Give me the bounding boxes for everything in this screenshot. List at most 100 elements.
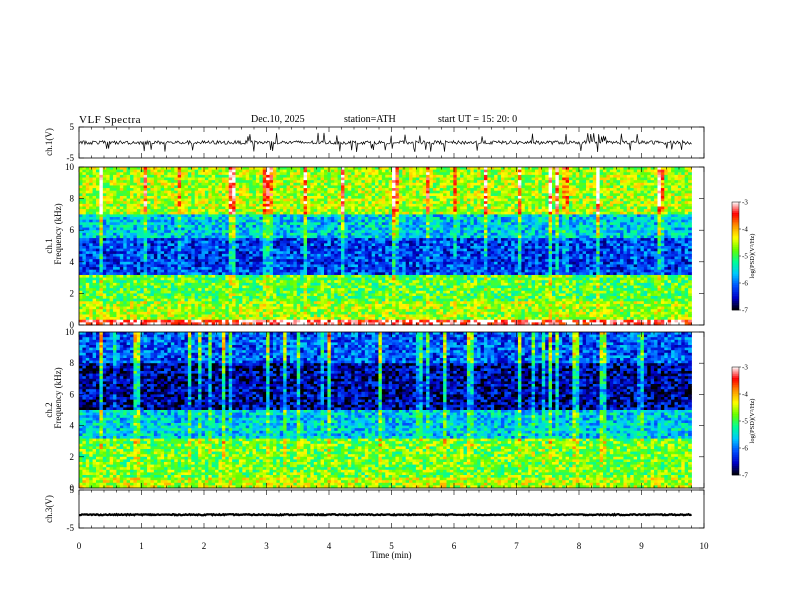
spectrogram-cell xyxy=(395,201,400,205)
spectrogram-cell xyxy=(640,198,645,202)
spectrogram-cell xyxy=(334,235,339,239)
spectrogram-cell xyxy=(303,201,308,205)
spectrogram-cell xyxy=(432,201,437,205)
spectrogram-cell xyxy=(432,182,437,186)
spectrogram-cell xyxy=(245,195,250,199)
spectrogram-cell xyxy=(388,206,393,210)
spectrogram-cell xyxy=(102,206,107,210)
spectrogram-cell xyxy=(392,219,396,223)
spectrogram-cell xyxy=(514,222,519,226)
spectrogram-cell xyxy=(262,209,267,213)
spectrogram-cell xyxy=(517,206,522,210)
spectrogram-cell xyxy=(575,190,580,194)
spectrogram-cell xyxy=(109,201,114,205)
spectrogram-cell xyxy=(354,232,359,236)
spectrogram-cell xyxy=(174,224,179,228)
spectrogram-cell xyxy=(232,172,236,176)
spectrogram-cell xyxy=(681,209,686,213)
spectrogram-cell xyxy=(664,182,669,186)
spectrogram-cell xyxy=(487,195,492,199)
spectrogram-cell xyxy=(157,219,162,223)
spectrogram-cell xyxy=(633,198,638,202)
spectrogram-cell xyxy=(606,188,611,192)
spectrogram-cell xyxy=(276,185,281,189)
spectrogram-cell xyxy=(562,185,566,189)
spectrogram-cell xyxy=(657,185,662,189)
spectrogram-cell xyxy=(551,222,556,226)
spectrogram-cell xyxy=(283,198,287,202)
spectrogram-cell xyxy=(296,214,301,218)
spectrogram-cell xyxy=(517,174,522,178)
spectrogram-cell xyxy=(293,167,298,171)
spectrogram-cell xyxy=(187,238,192,242)
spectrogram-cell xyxy=(575,172,580,176)
spectrogram-cell xyxy=(99,232,104,236)
spectrogram-cell xyxy=(354,214,359,218)
spectrogram-cell xyxy=(592,235,597,239)
spectrogram-cell xyxy=(245,172,250,176)
spectrogram-cell xyxy=(211,193,216,197)
spectrogram-cell xyxy=(412,219,417,223)
spectrogram-cell xyxy=(640,235,645,239)
spectrogram-cell xyxy=(133,211,138,215)
spectrogram-cell xyxy=(174,209,179,213)
spectrogram-cell xyxy=(259,232,264,236)
spectrogram-cell xyxy=(347,174,352,178)
spectrogram-cell xyxy=(324,230,328,234)
spectrogram-cell xyxy=(262,206,267,210)
spectrogram-cell xyxy=(96,232,100,236)
spectrogram-cell xyxy=(562,214,566,218)
spectrogram-cell xyxy=(92,190,97,194)
spectrogram-cell xyxy=(177,198,182,202)
spectrogram-cell xyxy=(330,198,335,202)
spectrogram-cell xyxy=(320,211,325,215)
spectrogram-cell xyxy=(409,185,413,189)
spectrogram-cell xyxy=(283,188,287,192)
spectrogram-cell xyxy=(677,227,682,231)
spectrogram-cell xyxy=(198,198,202,202)
spectrogram-cell xyxy=(228,222,233,226)
spectrogram-cell xyxy=(371,169,376,173)
spectrogram-cell xyxy=(589,232,594,236)
spectrogram-cell xyxy=(402,201,407,205)
spectrogram-cell xyxy=(409,180,413,184)
spectrogram-cell xyxy=(368,230,373,234)
spectrogram-cell xyxy=(630,169,635,173)
spectrogram-cell xyxy=(688,177,692,181)
spectrogram-cell xyxy=(293,227,298,231)
spectrogram-cell xyxy=(89,230,94,234)
spectrogram-cell xyxy=(344,232,349,236)
spectrogram-cell xyxy=(238,203,243,207)
spectrogram-cell xyxy=(119,177,124,181)
spectrogram-cell xyxy=(637,177,641,181)
spectrogram-cell xyxy=(565,224,570,228)
spectrogram-cell xyxy=(334,232,339,236)
spectrogram-cell xyxy=(497,214,502,218)
spectrogram-cell xyxy=(174,203,179,207)
spectrogram-cell xyxy=(249,182,253,186)
spectrogram-cell xyxy=(422,214,427,218)
spectrogram-cell xyxy=(92,219,97,223)
spectrogram-cell xyxy=(296,169,301,173)
spectrogram-cell xyxy=(130,230,134,234)
spectrogram-cell xyxy=(514,217,519,221)
spectrogram-cell xyxy=(592,180,597,184)
spectrogram-cell xyxy=(177,174,182,178)
spectrogram-cell xyxy=(204,195,209,199)
spectrogram-cell xyxy=(548,174,553,178)
spectrogram-cell xyxy=(296,198,301,202)
spectrogram-cell xyxy=(211,238,216,242)
spectrogram-cell xyxy=(422,222,427,226)
spectrogram-cell xyxy=(123,222,128,226)
spectrogram-cell xyxy=(204,219,209,223)
spectrogram-cell xyxy=(579,201,584,205)
spectrogram-cell xyxy=(364,174,369,178)
spectrogram-cell xyxy=(232,206,236,210)
spectrogram-cell xyxy=(528,169,532,173)
spectrogram-cell xyxy=(320,238,325,242)
spectrogram-cell xyxy=(313,217,318,221)
spectrogram-cell xyxy=(89,167,94,171)
spectrogram-cell xyxy=(579,219,584,223)
spectrogram-cell xyxy=(507,174,512,178)
spectrogram-cell xyxy=(126,193,131,197)
